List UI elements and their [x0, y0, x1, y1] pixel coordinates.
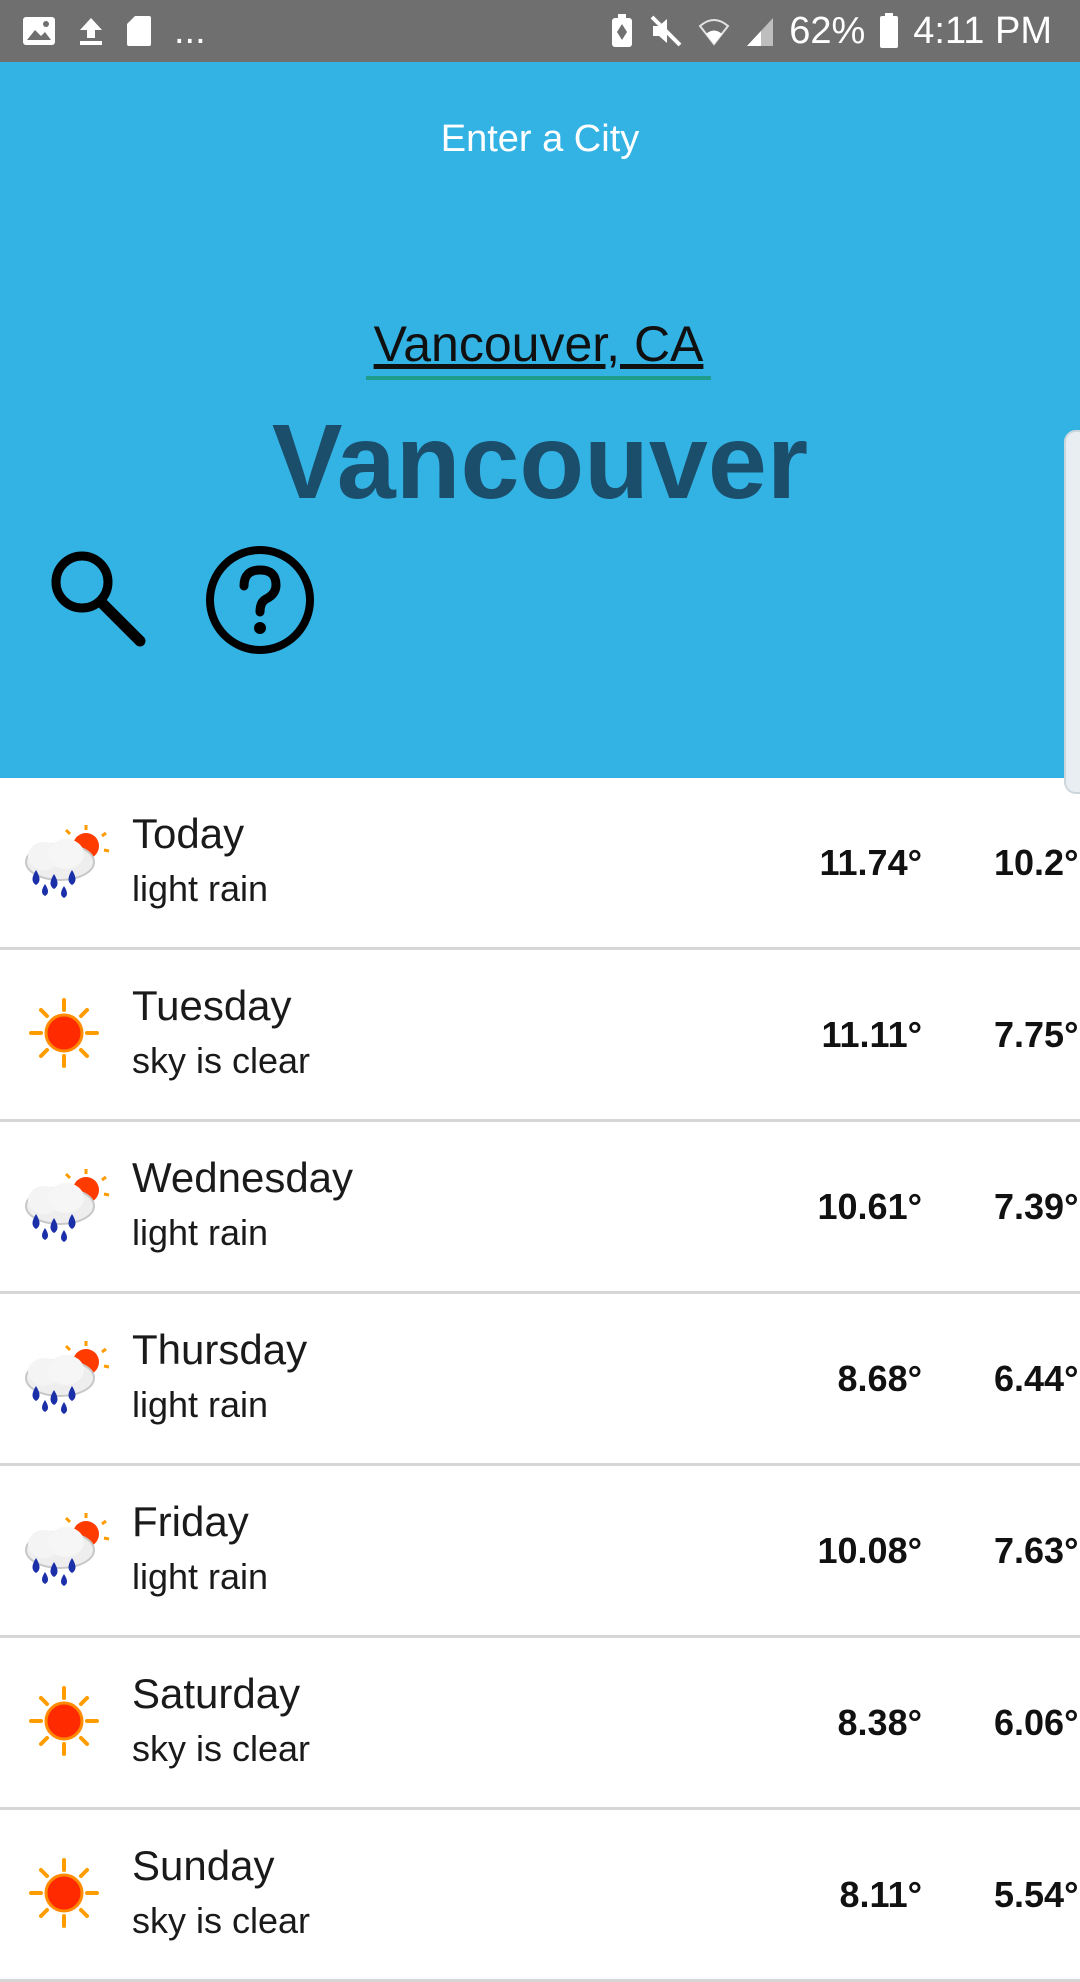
battery-icon — [879, 13, 899, 49]
search-icon — [51, 551, 146, 647]
forecast-low: 10.2° — [994, 842, 1079, 883]
image-icon — [22, 16, 56, 46]
forecast-low: 7.39° — [994, 1186, 1079, 1227]
forecast-low: 6.44° — [994, 1358, 1079, 1399]
forecast-list: Today light rain 11.74° 10.2° Tuesday sk… — [0, 778, 1080, 1982]
forecast-day: Wednesday — [132, 1154, 354, 1201]
signal-icon — [745, 14, 775, 48]
forecast-day: Tuesday — [132, 982, 292, 1029]
wifi-icon — [697, 14, 731, 48]
forecast-low: 5.54° — [994, 1874, 1079, 1915]
city-header: Enter a City Vancouver — [0, 62, 1080, 794]
mute-icon — [649, 14, 683, 48]
enter-city-prompt: Enter a City — [440, 118, 640, 160]
forecast-high: 10.08° — [817, 1530, 922, 1571]
rain-sun-icon — [14, 816, 114, 906]
city-title: Vancouver — [271, 403, 809, 521]
forecast-row[interactable]: Tuesday sky is clear 11.11° 7.75° — [0, 950, 1080, 1122]
forecast-description: sky is clear — [132, 1728, 311, 1769]
forecast-description: light rain — [132, 1556, 269, 1597]
sd-card-icon — [126, 15, 152, 47]
forecast-description: light rain — [132, 1384, 269, 1425]
forecast-day: Today — [132, 810, 245, 857]
forecast-day: Thursday — [132, 1326, 308, 1373]
status-bar: ... 62% 4:11 PM — [0, 0, 1080, 62]
help-icon — [206, 546, 314, 654]
status-overflow: ... — [174, 10, 206, 52]
forecast-row[interactable]: Wednesday light rain 10.61° 7.39° — [0, 1122, 1080, 1294]
edge-panel-handle[interactable] — [1064, 430, 1080, 794]
forecast-description: sky is clear — [132, 1040, 311, 1081]
forecast-low: 7.75° — [994, 1014, 1079, 1055]
forecast-row[interactable]: Sunday sky is clear 8.11° 5.54° — [0, 1810, 1080, 1982]
forecast-description: sky is clear — [132, 1900, 311, 1941]
forecast-day: Friday — [132, 1498, 249, 1545]
forecast-description: light rain — [132, 868, 269, 909]
forecast-high: 8.11° — [839, 1874, 922, 1915]
forecast-high: 11.11° — [821, 1014, 922, 1055]
sun-icon — [14, 1676, 114, 1766]
city-input[interactable] — [366, 312, 711, 380]
forecast-high: 10.61° — [817, 1186, 922, 1227]
forecast-high: 11.74° — [819, 842, 923, 883]
forecast-day: Saturday — [132, 1670, 301, 1717]
rain-sun-icon — [14, 1332, 114, 1422]
rain-sun-icon — [14, 1504, 114, 1594]
forecast-row[interactable]: Today light rain 11.74° 10.2° — [0, 778, 1080, 950]
sun-icon — [14, 1848, 114, 1938]
clock: 4:11 PM — [913, 10, 1052, 52]
search-button[interactable] — [40, 542, 150, 652]
forecast-row[interactable]: Friday light rain 10.08° 7.63° — [0, 1466, 1080, 1638]
upload-icon — [78, 16, 104, 46]
rain-sun-icon — [14, 1160, 114, 1250]
forecast-row[interactable]: Saturday sky is clear 8.38° 6.06° — [0, 1638, 1080, 1810]
forecast-high: 8.68° — [837, 1358, 922, 1399]
forecast-low: 6.06° — [994, 1702, 1079, 1743]
forecast-low: 7.63° — [994, 1530, 1079, 1571]
help-button[interactable] — [200, 540, 320, 660]
forecast-high: 8.38° — [837, 1702, 922, 1743]
forecast-day: Sunday — [132, 1842, 275, 1889]
battery-saver-icon — [609, 14, 635, 48]
battery-percent: 62% — [789, 10, 866, 52]
sun-icon — [14, 988, 114, 1078]
forecast-row[interactable]: Thursday light rain 8.68° 6.44° — [0, 1294, 1080, 1466]
forecast-description: light rain — [132, 1212, 269, 1253]
